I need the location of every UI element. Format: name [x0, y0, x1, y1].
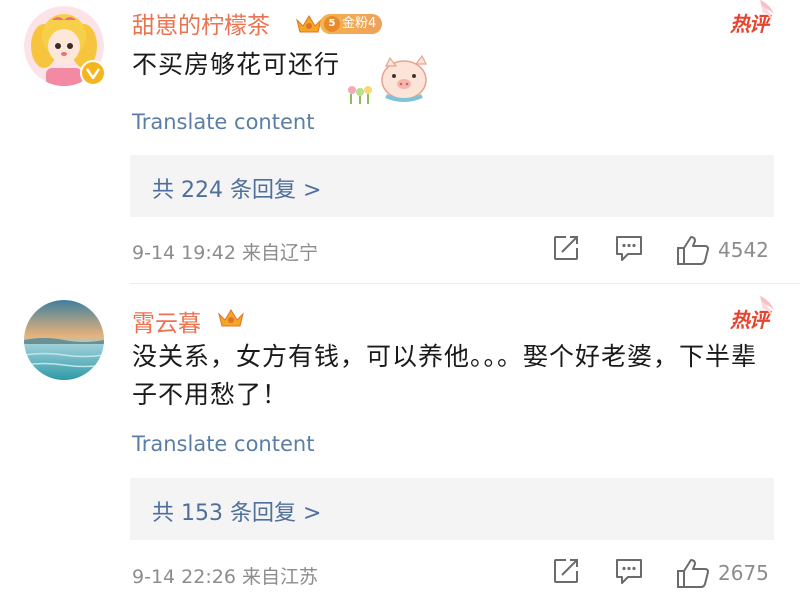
- like-icon[interactable]: [676, 557, 710, 589]
- hot-comment-icon: 热评: [730, 0, 774, 36]
- crown-icon: [218, 309, 244, 327]
- comment-item: 甜崽的柠檬茶 5 金粉4 热评 不买房够花可还行 Translate conte…: [0, 0, 800, 284]
- like-icon[interactable]: [676, 234, 710, 266]
- fan-level: 5: [324, 16, 340, 32]
- comment-icon[interactable]: [614, 234, 644, 262]
- replies-label: 共 153 条回复 >: [152, 501, 322, 526]
- pig-sticker-icon: [348, 54, 427, 104]
- comment-icon[interactable]: [614, 557, 644, 585]
- translate-link[interactable]: Translate content: [132, 110, 314, 134]
- translate-link[interactable]: Translate content: [132, 432, 314, 456]
- replies-label: 共 224 条回复 >: [152, 178, 322, 203]
- comment-item: 霄云暮 热评 没关系，女方有钱，可以养他。。。娶个好老婆，下半辈子不用愁了！ T…: [0, 284, 800, 592]
- comment-meta: 9-14 19:42 来自辽宁: [132, 242, 318, 264]
- comment-text: 没关系，女方有钱，可以养他。。。娶个好老婆，下半辈子不用愁了！: [132, 342, 758, 409]
- fan-badge-label: 金粉4: [342, 16, 377, 31]
- avatar[interactable]: [24, 300, 104, 380]
- hot-comment-icon: 热评: [730, 296, 774, 332]
- like-count: 2675: [718, 561, 769, 585]
- like-count: 4542: [718, 238, 769, 262]
- share-icon[interactable]: [552, 557, 580, 585]
- replies-button[interactable]: 共 153 条回复 >: [130, 478, 774, 540]
- avatar-seascape-icon: [24, 300, 104, 380]
- comment-meta: 9-14 22:26 来自江苏: [132, 566, 318, 588]
- share-icon[interactable]: [552, 234, 580, 262]
- username[interactable]: 霄云暮: [132, 304, 201, 338]
- username[interactable]: 甜崽的柠檬茶: [132, 6, 270, 40]
- replies-button[interactable]: 共 224 条回复 >: [130, 155, 774, 217]
- verified-v-icon: [80, 60, 106, 86]
- comment-text: 不买房够花可还行: [132, 50, 341, 79]
- fan-badge: 5 金粉4: [320, 14, 383, 34]
